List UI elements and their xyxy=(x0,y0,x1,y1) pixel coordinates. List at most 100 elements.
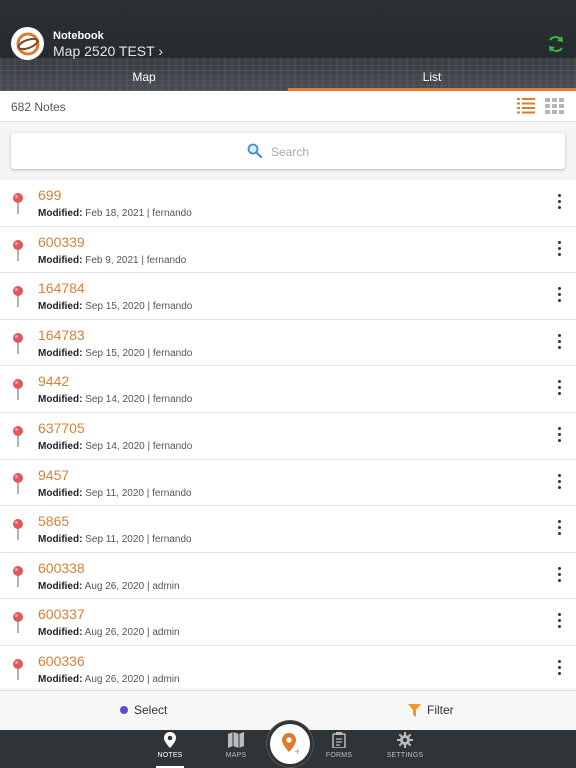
sync-icon[interactable] xyxy=(546,34,566,54)
note-modified-value: Sep 14, 2020 | fernando xyxy=(85,440,193,452)
map-title-selector[interactable]: Map 2520 TEST › xyxy=(53,43,163,59)
note-pin-icon xyxy=(13,286,23,308)
tab-notes-label: NOTES xyxy=(157,752,183,759)
note-modified-value: Sep 15, 2020 | fernando xyxy=(85,347,193,359)
tab-notes[interactable]: NOTES xyxy=(150,732,190,768)
note-row[interactable]: 600338 Modified: Aug 26, 2020 | admin xyxy=(0,553,576,600)
note-modified-label: Modified: xyxy=(38,394,83,406)
note-meta: Modified: Aug 26, 2020 | admin xyxy=(38,627,180,638)
svg-text:+: + xyxy=(294,747,299,755)
note-modified-value: Aug 26, 2020 | admin xyxy=(84,627,180,639)
more-options-icon[interactable] xyxy=(553,659,565,678)
note-title: 9457 xyxy=(38,466,70,483)
note-pin-icon xyxy=(13,425,23,447)
note-modified-label: Modified: xyxy=(38,440,83,452)
note-row[interactable]: 637705 Modified: Sep 14, 2020 | fernando xyxy=(0,413,576,460)
note-meta: Modified: Sep 15, 2020 | fernando xyxy=(38,348,192,359)
tab-maps[interactable]: MAPS xyxy=(216,732,256,759)
note-title: 600336 xyxy=(38,652,85,669)
app-logo-icon xyxy=(16,32,39,55)
note-pin-icon xyxy=(13,565,23,587)
note-row[interactable]: 9442 Modified: Sep 14, 2020 | fernando xyxy=(0,366,576,413)
note-title: 600337 xyxy=(38,606,85,623)
note-modified-value: Aug 26, 2020 | admin xyxy=(84,673,180,685)
gear-icon xyxy=(397,732,413,748)
note-meta: Modified: Sep 11, 2020 | fernando xyxy=(38,534,192,545)
note-title: 637705 xyxy=(38,419,85,436)
filter-label: Filter xyxy=(427,703,454,717)
note-meta: Modified: Feb 18, 2021 | fernando xyxy=(38,208,192,219)
note-modified-value: Sep 11, 2020 | fernando xyxy=(85,487,192,499)
note-title: 9442 xyxy=(38,373,70,390)
note-row[interactable]: 600339 Modified: Feb 9, 2021 | fernando xyxy=(0,227,576,274)
more-options-icon[interactable] xyxy=(553,566,565,585)
note-modified-label: Modified: xyxy=(38,534,83,546)
search-icon xyxy=(247,143,262,158)
segment-list[interactable]: List xyxy=(288,70,576,84)
more-options-icon[interactable] xyxy=(553,613,565,631)
map-icon xyxy=(228,732,244,748)
add-note-button[interactable]: + xyxy=(267,721,313,767)
note-pin-icon xyxy=(13,519,23,541)
note-title: 699 xyxy=(38,187,62,203)
note-meta: Modified: Sep 15, 2020 | fernando xyxy=(38,301,192,312)
search-input[interactable] xyxy=(269,140,533,164)
filter-button[interactable]: Filter xyxy=(408,703,454,717)
note-title: 5865 xyxy=(38,513,70,530)
note-title: 164783 xyxy=(38,326,85,343)
note-pin-icon xyxy=(13,379,23,401)
note-row[interactable]: 5865 Modified: Sep 11, 2020 | fernando xyxy=(0,506,576,553)
note-pin-icon xyxy=(13,472,23,494)
note-modified-label: Modified: xyxy=(38,673,83,685)
tab-forms-label: FORMS xyxy=(325,752,353,759)
note-modified-label: Modified: xyxy=(38,580,83,592)
note-pin-icon xyxy=(13,658,23,680)
notes-count-bar: 682 Notes xyxy=(0,91,576,122)
more-options-icon[interactable] xyxy=(553,380,565,398)
add-pin-icon: + xyxy=(282,733,299,755)
note-row[interactable]: 600336 Modified: Aug 26, 2020 | admin xyxy=(0,646,576,688)
more-options-icon[interactable] xyxy=(553,333,565,352)
note-row[interactable]: 164784 Modified: Sep 15, 2020 | fernando xyxy=(0,273,576,320)
tab-forms[interactable]: FORMS xyxy=(319,732,359,759)
note-row[interactable]: 600337 Modified: Aug 26, 2020 | admin xyxy=(0,599,576,646)
note-title: 164784 xyxy=(38,280,85,297)
note-row[interactable]: 9457 Modified: Sep 11, 2020 | fernando xyxy=(0,460,576,507)
more-options-icon[interactable] xyxy=(553,473,565,492)
more-options-icon[interactable] xyxy=(553,240,565,259)
list-view-icon[interactable] xyxy=(517,98,535,114)
note-modified-label: Modified: xyxy=(38,487,83,499)
note-pin-icon xyxy=(13,193,23,214)
more-options-icon[interactable] xyxy=(553,426,565,445)
notes-count: 682 Notes xyxy=(11,100,66,114)
app-header: Notebook Map 2520 TEST › Map List xyxy=(0,0,576,91)
grid-view-icon[interactable] xyxy=(545,98,565,114)
note-meta: Modified: Sep 14, 2020 | fernando xyxy=(38,441,192,452)
app-logo[interactable] xyxy=(11,27,44,60)
note-meta: Modified: Feb 9, 2021 | fernando xyxy=(38,255,186,266)
segment-map[interactable]: Map xyxy=(0,70,288,84)
tab-settings[interactable]: SETTINGS xyxy=(385,732,425,759)
note-pin-icon xyxy=(13,612,23,634)
note-row[interactable]: 164783 Modified: Sep 15, 2020 | fernando xyxy=(0,320,576,367)
filter-icon xyxy=(408,703,421,717)
more-options-icon[interactable] xyxy=(553,520,565,538)
more-options-icon[interactable] xyxy=(553,287,565,305)
note-meta: Modified: Aug 26, 2020 | admin xyxy=(38,581,180,592)
select-button[interactable]: Select xyxy=(120,703,167,717)
select-dot-icon xyxy=(120,706,128,714)
note-title: 600339 xyxy=(38,233,85,250)
note-modified-label: Modified: xyxy=(38,208,83,219)
notes-list: 699 Modified: Feb 18, 2021 | fernando 6003… xyxy=(0,180,576,688)
note-modified-value: Aug 26, 2020 | admin xyxy=(84,580,180,592)
note-pin-icon xyxy=(13,239,23,261)
search-box[interactable] xyxy=(11,133,565,169)
more-options-icon[interactable] xyxy=(553,194,565,212)
note-modified-label: Modified: xyxy=(38,301,83,313)
select-label: Select xyxy=(134,703,168,717)
note-row[interactable]: 699 Modified: Feb 18, 2021 | fernando xyxy=(0,180,576,227)
tab-settings-label: SETTINGS xyxy=(386,752,424,759)
note-meta: Modified: Sep 14, 2020 | fernando xyxy=(38,394,192,405)
note-title: 600338 xyxy=(38,559,85,576)
note-modified-value: Sep 11, 2020 | fernando xyxy=(85,534,192,546)
